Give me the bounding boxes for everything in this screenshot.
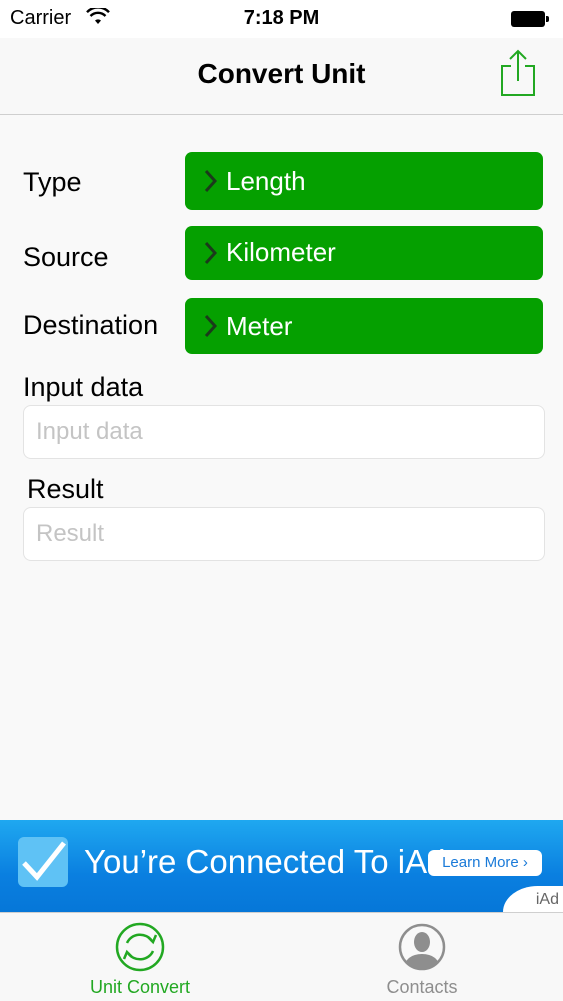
source-label: Source (23, 242, 109, 272)
result-placeholder: Result (36, 520, 105, 547)
navigation-bar: Convert Unit (0, 38, 563, 115)
contact-person-icon (398, 923, 446, 971)
tab-bar: Unit Convert Contacts (0, 912, 563, 1001)
learn-more-button[interactable]: Learn More › (428, 850, 542, 876)
iad-badge: iAd (535, 891, 559, 908)
destination-picker[interactable]: Meter (185, 298, 543, 354)
destination-label: Destination (23, 310, 159, 340)
type-label: Type (23, 167, 82, 197)
input-data-field[interactable]: Input data (23, 405, 545, 459)
type-picker[interactable]: Length (185, 152, 543, 210)
battery-icon (511, 11, 549, 27)
checkmark-icon (18, 837, 68, 887)
page-title: Convert Unit (197, 58, 366, 89)
source-value: Kilometer (226, 237, 336, 267)
input-data-label: Input data (23, 372, 144, 402)
iad-banner[interactable]: You’re Connected To iAd Learn More › iAd (0, 820, 563, 912)
chevron-right-icon (204, 241, 218, 265)
result-label: Result (27, 474, 104, 504)
tab-unit-convert-label: Unit Convert (89, 977, 191, 997)
input-data-placeholder: Input data (36, 418, 143, 445)
source-picker[interactable]: Kilometer (185, 226, 543, 280)
refresh-circle-icon (115, 922, 165, 972)
convert-form: Type Length Source Kilometer Destination… (0, 115, 563, 820)
destination-value: Meter (226, 311, 293, 341)
tab-contacts-label: Contacts (386, 977, 458, 997)
tab-contacts[interactable]: Contacts (322, 913, 522, 1001)
tab-unit-convert[interactable]: Unit Convert (40, 913, 240, 1001)
ad-headline: You’re Connected To iAd (84, 843, 446, 880)
chevron-right-icon (204, 169, 218, 193)
type-value: Length (226, 166, 306, 196)
result-field[interactable]: Result (23, 507, 545, 561)
chevron-right-icon (204, 314, 218, 338)
clock: 7:18 PM (243, 7, 320, 29)
status-bar: Carrier 7:18 PM (0, 0, 563, 38)
share-icon[interactable] (499, 48, 537, 98)
